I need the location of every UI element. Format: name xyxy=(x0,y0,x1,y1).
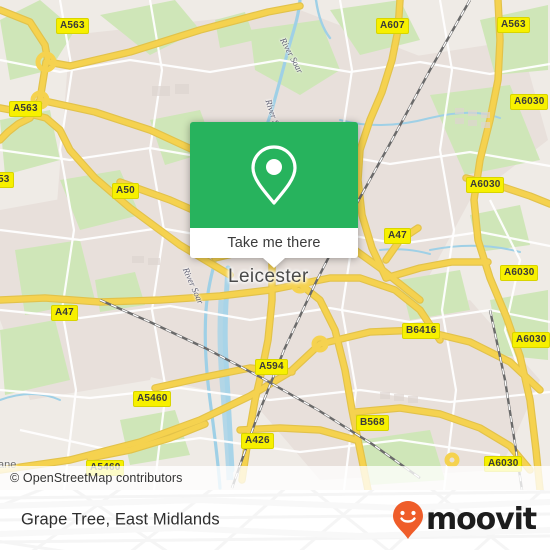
footer-bar: Grape Tree, East Midlands moovit xyxy=(0,490,550,550)
map-viewport[interactable]: River Soar River Soar River Soar Leicest… xyxy=(0,0,550,490)
popup-pointer xyxy=(263,258,285,268)
road-shield[interactable]: A426 xyxy=(241,433,274,449)
road-shield[interactable]: A6030 xyxy=(466,177,505,193)
road-shield[interactable]: A47 xyxy=(384,228,411,244)
take-me-there-label: Take me there xyxy=(227,235,321,251)
popup-action-bar[interactable]: Take me there xyxy=(190,228,358,258)
road-shield[interactable]: A6030 xyxy=(510,94,549,110)
road-shield[interactable]: A563 xyxy=(497,17,530,33)
road-shield[interactable]: B568 xyxy=(356,415,389,431)
osm-attribution-text[interactable]: © OpenStreetMap contributors xyxy=(0,471,183,485)
road-shield[interactable]: A6030 xyxy=(512,332,550,348)
road-shield[interactable]: A47 xyxy=(51,305,78,321)
road-shield[interactable]: A563 xyxy=(56,18,89,34)
location-title: Grape Tree, East Midlands xyxy=(21,510,220,529)
road-shield[interactable]: A50 xyxy=(112,183,139,199)
road-shield[interactable]: A563 xyxy=(9,101,42,117)
road-shield[interactable]: A6030 xyxy=(500,265,539,281)
moovit-map-share-card: River Soar River Soar River Soar Leicest… xyxy=(0,0,550,550)
road-shield[interactable]: A607 xyxy=(376,18,409,34)
road-shield[interactable]: B6416 xyxy=(402,323,441,339)
place-label-leicester: Leicester xyxy=(228,266,309,287)
moovit-brand[interactable]: moovit xyxy=(391,500,537,540)
map-pin-icon xyxy=(251,145,297,205)
road-shield[interactable]: A5460 xyxy=(133,391,172,407)
road-shield[interactable]: A594 xyxy=(255,359,288,375)
popup-icon-panel xyxy=(190,122,358,228)
moovit-wordmark: moovit xyxy=(425,502,537,537)
take-me-there-popup[interactable]: Take me there xyxy=(190,122,358,268)
moovit-smiley-pin-icon xyxy=(392,501,423,539)
map-attribution-bar: © OpenStreetMap contributors xyxy=(0,466,550,490)
road-shield[interactable]: 53 xyxy=(0,172,14,188)
